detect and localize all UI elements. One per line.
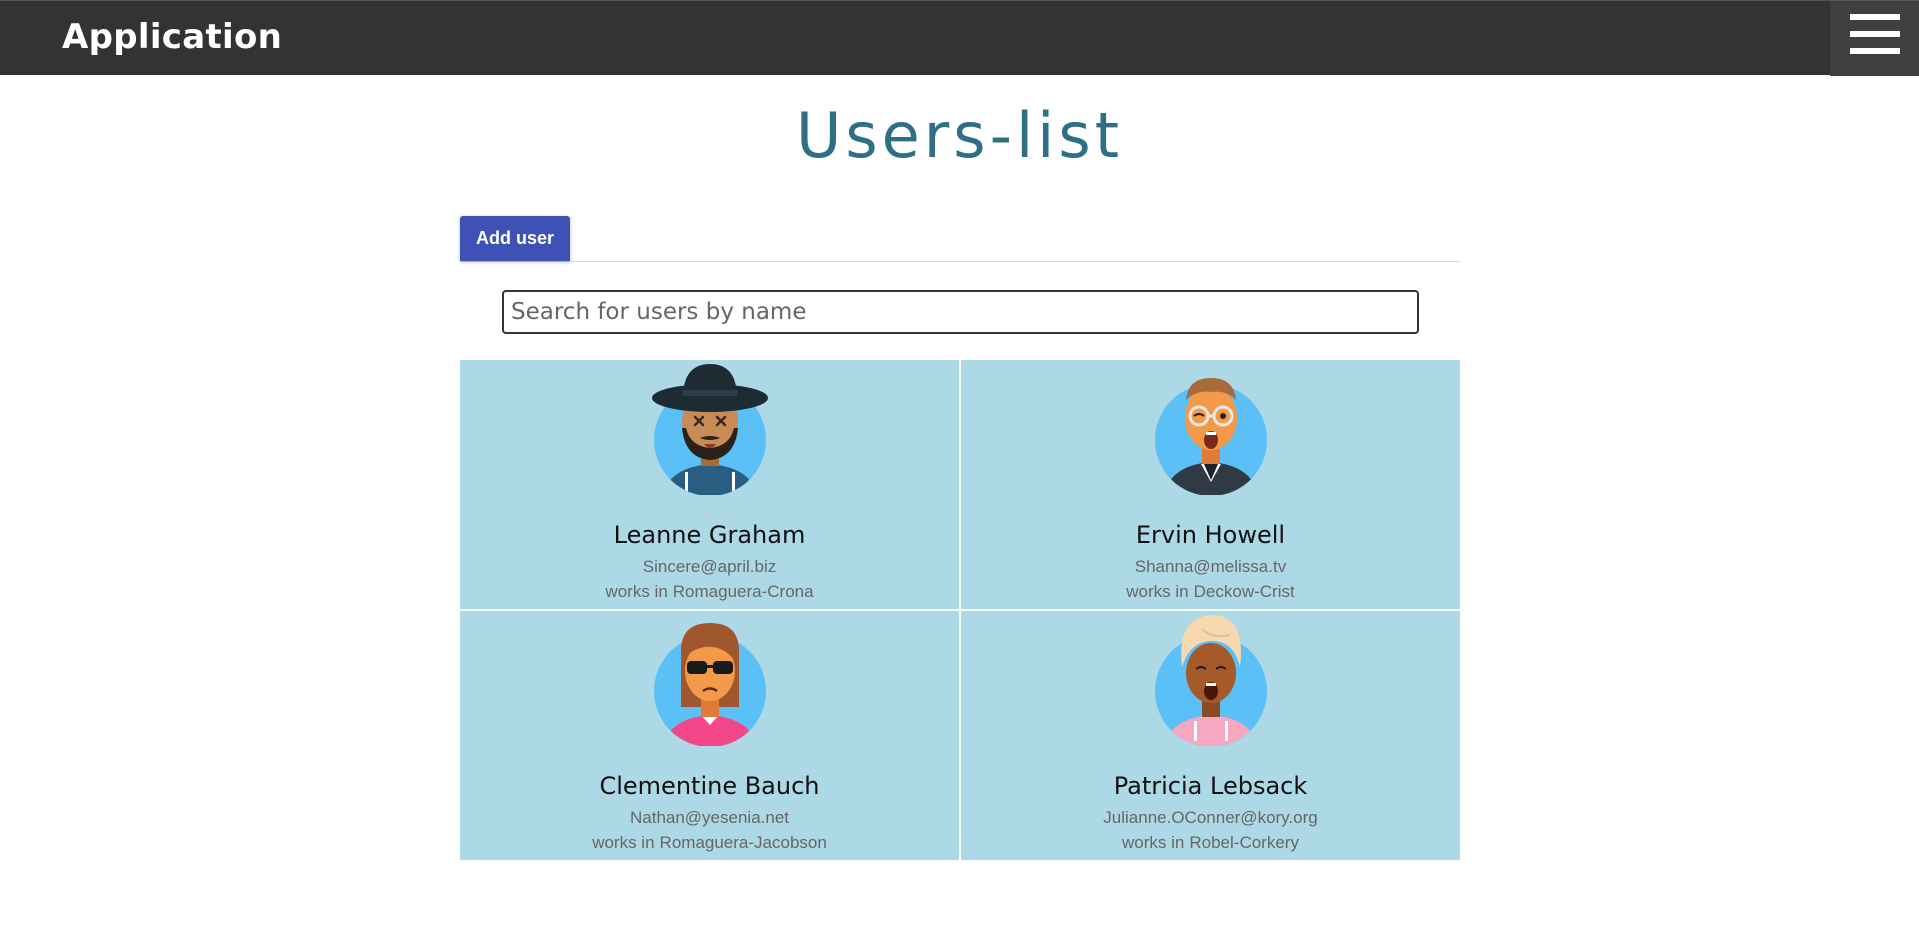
add-user-button[interactable]: Add user xyxy=(460,216,570,261)
user-card[interactable]: Clementine Bauch Nathan@yesenia.net work… xyxy=(460,611,959,860)
user-name: Ervin Howell xyxy=(1135,521,1286,549)
company-prefix: works in xyxy=(592,833,655,852)
company-name: Romaguera-Crona xyxy=(672,582,814,601)
user-card[interactable]: Leanne Graham Sincere@april.biz works in… xyxy=(460,360,959,609)
user-email: Nathan@yesenia.net xyxy=(629,808,790,827)
woman-sunglasses-avatar-icon xyxy=(653,623,766,746)
user-email: Shanna@melissa.tv xyxy=(1134,557,1287,576)
top-app-bar: Application xyxy=(0,0,1919,76)
user-card[interactable]: Patricia Lebsack Julianne.OConner@kory.o… xyxy=(961,611,1460,860)
user-company: works in Romaguera-Crona xyxy=(460,581,959,603)
user-email: Sincere@april.biz xyxy=(642,557,777,576)
man-glasses-avatar-icon xyxy=(1154,378,1267,495)
page-title: Users-list xyxy=(795,99,1124,172)
search-input[interactable] xyxy=(502,290,1419,334)
company-name: Deckow-Crist xyxy=(1193,582,1295,601)
company-name: Robel-Corkery xyxy=(1189,833,1299,852)
company-prefix: works in xyxy=(605,582,668,601)
user-company: works in Romaguera-Jacobson xyxy=(460,832,959,854)
users-grid: Leanne Graham Sincere@april.biz works in… xyxy=(460,360,1460,860)
action-tab-bar: Add user xyxy=(460,216,1460,262)
company-name: Romaguera-Jacobson xyxy=(659,833,827,852)
app-title[interactable]: Application xyxy=(62,15,282,59)
user-name: Patricia Lebsack xyxy=(1113,772,1308,800)
user-name: Leanne Graham xyxy=(613,521,806,549)
menu-button[interactable] xyxy=(1830,1,1919,76)
user-name: Clementine Bauch xyxy=(599,772,820,800)
user-email: Julianne.OConner@kory.org xyxy=(1103,808,1318,827)
company-prefix: works in xyxy=(1126,582,1189,601)
user-card[interactable]: Ervin Howell Shanna@melissa.tv works in D… xyxy=(961,360,1460,609)
woman-blonde-avatar-icon xyxy=(1154,615,1267,746)
user-company: works in Robel-Corkery xyxy=(961,832,1460,854)
company-prefix: works in xyxy=(1122,833,1185,852)
man-hat-beard-avatar-icon xyxy=(651,364,768,495)
user-company: works in Deckow-Crist xyxy=(961,581,1460,603)
